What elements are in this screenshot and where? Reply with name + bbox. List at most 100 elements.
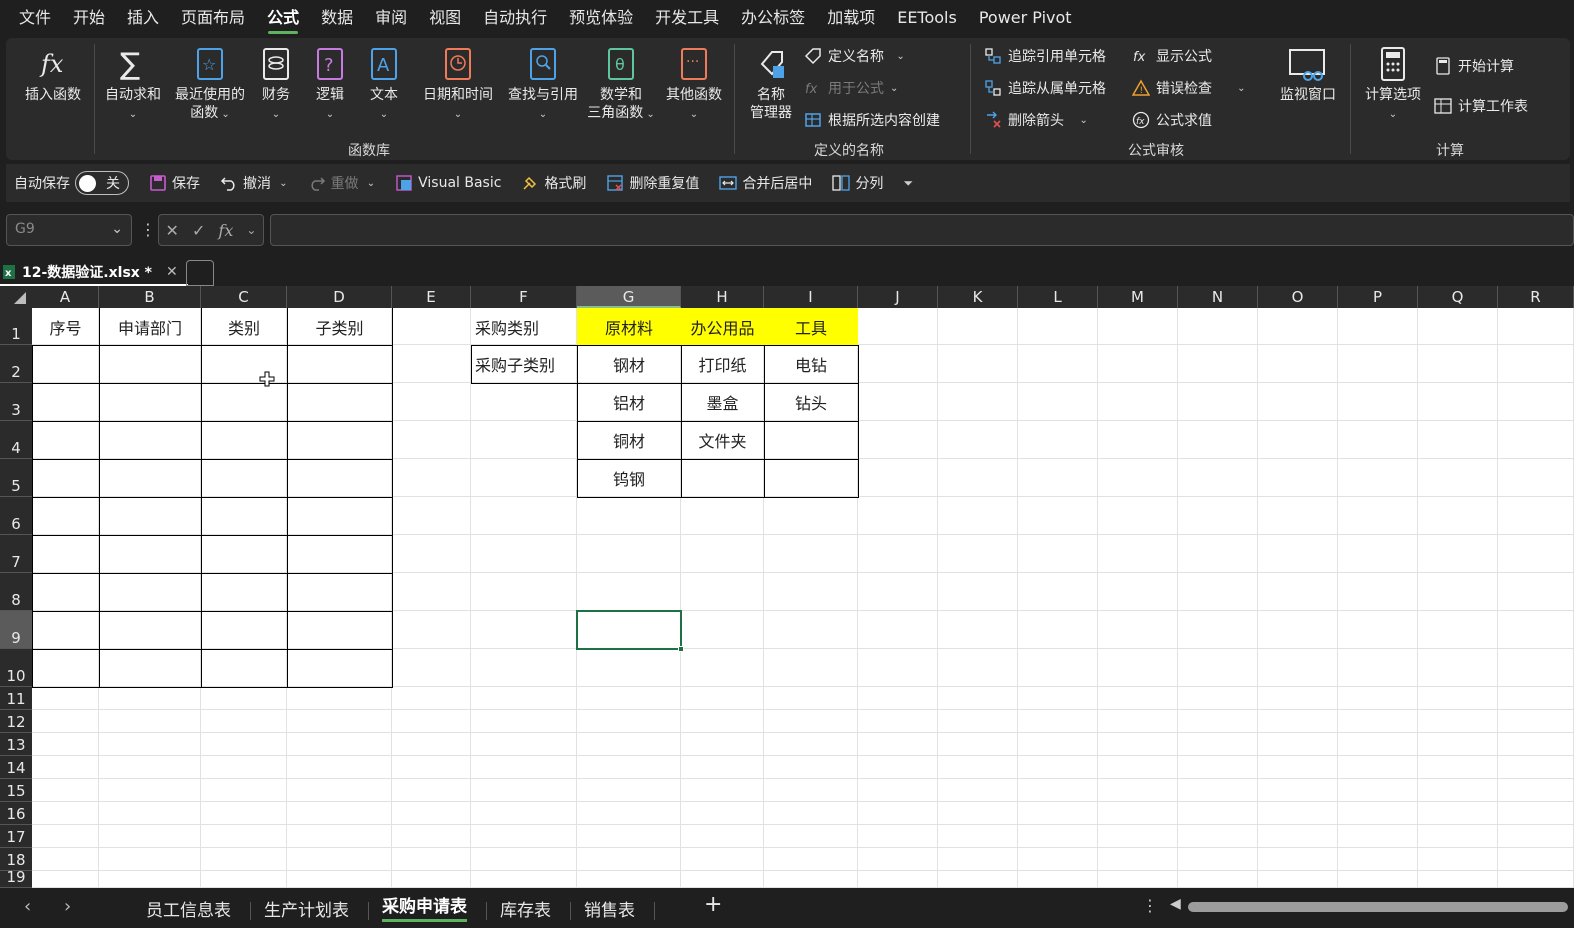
logical-button[interactable]: ? 逻辑 ⌄	[308, 46, 352, 124]
row-header-16[interactable]: 16	[0, 802, 32, 825]
undo-button[interactable]: 撤消 ⌄	[220, 173, 288, 193]
menu-office-tab[interactable]: 办公标签	[730, 0, 816, 36]
office-supply-cell[interactable]: 文件夹	[681, 421, 764, 459]
tool-cell[interactable]: 电钻	[764, 345, 858, 383]
category-cell[interactable]: 工具	[764, 308, 858, 345]
row-header-5[interactable]: 5	[0, 459, 32, 497]
prev-sheet-icon[interactable]: ‹	[24, 896, 31, 917]
menu-developer[interactable]: 开发工具	[644, 0, 730, 36]
datetime-button[interactable]: 日期和时间 ⌄	[414, 46, 502, 124]
menu-eetools[interactable]: EETools	[886, 0, 968, 36]
horizontal-scrollbar[interactable]	[1188, 902, 1568, 912]
insert-function-button[interactable]: fx 插入函数	[20, 46, 86, 104]
column-header-B[interactable]: B	[99, 286, 201, 308]
sheet-tab-employees[interactable]: 员工信息表	[146, 896, 231, 921]
enter-icon[interactable]: ✓	[192, 221, 205, 240]
use-in-formula-button[interactable]: fx 用于公式 ⌄	[804, 78, 898, 98]
table-header-cell[interactable]: 类别	[201, 308, 287, 345]
sheet-tab-inventory[interactable]: 库存表	[500, 896, 551, 921]
row-header-6[interactable]: 6	[0, 497, 32, 535]
insert-function-icon[interactable]: fx	[218, 221, 233, 240]
name-manager-button[interactable]: 名称 管理器	[742, 46, 800, 122]
merge-center-button[interactable]: 合并后居中	[719, 173, 812, 193]
column-header-C[interactable]: C	[201, 286, 287, 308]
column-header-D[interactable]: D	[287, 286, 392, 308]
autosave-toggle[interactable]: 自动保存 关	[14, 171, 129, 195]
name-box[interactable]: G9 ⌄	[6, 214, 132, 246]
menu-page-layout[interactable]: 页面布局	[170, 0, 256, 36]
row-header-12[interactable]: 12	[0, 710, 32, 733]
table-header-cell[interactable]: 申请部门	[99, 308, 201, 345]
visual-basic-button[interactable]: Visual Basic	[395, 174, 501, 192]
column-header-L[interactable]: L	[1018, 286, 1098, 308]
sheet-tab-sales[interactable]: 销售表	[584, 896, 635, 921]
row-header-13[interactable]: 13	[0, 733, 32, 756]
row-header-1[interactable]: 1	[0, 308, 32, 345]
column-header-O[interactable]: O	[1258, 286, 1338, 308]
add-sheet-button[interactable]: +	[704, 892, 722, 917]
remove-duplicates-button[interactable]: 删除重复值	[606, 173, 699, 193]
lookup-button[interactable]: 查找与引用 ⌄	[500, 46, 586, 124]
table-header-cell[interactable]: 子类别	[287, 308, 392, 345]
menu-data[interactable]: 数据	[310, 0, 364, 36]
recent-functions-button[interactable]: ☆ 最近使用的 函数 ⌄	[168, 46, 252, 124]
column-header-M[interactable]: M	[1098, 286, 1178, 308]
worksheet-grid[interactable]: ABCDEFGHIJKLMNOPQR 1 2 3 4 5 6 7 8 9 10 11 12 13 14 15…	[0, 286, 1574, 888]
row-header-9[interactable]: 9	[0, 611, 32, 649]
menu-home[interactable]: 开始	[62, 0, 116, 36]
save-button[interactable]: 保存	[149, 173, 200, 193]
trace-precedents-button[interactable]: 追踪引用单元格	[984, 46, 1106, 66]
redo-button[interactable]: 重做 ⌄	[308, 173, 375, 193]
sheet-tab-production[interactable]: 生产计划表	[264, 896, 349, 921]
autosave-switch[interactable]: 关	[75, 171, 129, 195]
menu-view[interactable]: 视图	[418, 0, 472, 36]
row-header-8[interactable]: 8	[0, 573, 32, 611]
cancel-icon[interactable]: ✕	[166, 221, 179, 240]
purchase-subcategory-label-cell[interactable]: 采购子类别	[471, 345, 577, 383]
row-header-10[interactable]: 10	[0, 649, 32, 687]
sheet-tab-purchase[interactable]: 采购申请表	[382, 892, 467, 922]
purchase-category-label-cell[interactable]: 采购类别	[471, 308, 577, 345]
office-supply-cell[interactable]: 墨盒	[681, 383, 764, 421]
menu-preview[interactable]: 预览体验	[558, 0, 644, 36]
column-header-E[interactable]: E	[392, 286, 471, 308]
close-tab-icon[interactable]: ✕	[166, 264, 178, 280]
watch-window-button[interactable]: 监视窗口	[1272, 46, 1344, 104]
column-header-H[interactable]: H	[681, 286, 764, 308]
financial-button[interactable]: 财务 ⌄	[254, 46, 298, 124]
row-header-3[interactable]: 3	[0, 383, 32, 421]
menu-insert[interactable]: 插入	[116, 0, 170, 36]
customize-qat-icon[interactable]: ⏷	[903, 176, 913, 191]
calc-sheet-button[interactable]: 计算工作表	[1434, 96, 1528, 116]
more-functions-button[interactable]: ··· 其他函数 ⌄	[658, 46, 730, 124]
select-all-icon[interactable]	[0, 286, 32, 308]
calc-options-button[interactable]: 计算选项 ⌄	[1358, 46, 1428, 124]
text-button[interactable]: A 文本 ⌄	[362, 46, 406, 124]
row-header-2[interactable]: 2	[0, 345, 32, 383]
table-header-cell[interactable]: 序号	[32, 308, 99, 345]
new-workbook-tab[interactable]	[186, 260, 214, 286]
category-cell[interactable]: 办公用品	[681, 308, 764, 345]
fill-handle[interactable]	[678, 646, 684, 652]
column-header-N[interactable]: N	[1178, 286, 1258, 308]
chevron-down-icon[interactable]: ⌄	[246, 223, 256, 237]
column-header-P[interactable]: P	[1338, 286, 1418, 308]
math-trig-button[interactable]: θ 数学和 三角函数 ⌄	[578, 46, 664, 124]
format-painter-button[interactable]: 格式刷	[521, 173, 586, 193]
formula-input[interactable]	[270, 214, 1574, 246]
raw-material-cell[interactable]: 铜材	[577, 421, 681, 459]
raw-material-cell[interactable]: 钢材	[577, 345, 681, 383]
menu-formulas[interactable]: 公式	[256, 0, 310, 36]
raw-material-cell[interactable]: 钨钢	[577, 459, 681, 497]
scroll-left-icon[interactable]: ◀	[1170, 896, 1181, 912]
column-header-G[interactable]: G	[577, 286, 681, 308]
remove-arrows-button[interactable]: 删除箭头 ⌄	[984, 110, 1088, 130]
evaluate-formula-button[interactable]: fx 公式求值	[1132, 110, 1212, 130]
menu-review[interactable]: 审阅	[364, 0, 418, 36]
menu-addins[interactable]: 加载项	[816, 0, 886, 36]
text-to-columns-button[interactable]: 分列	[832, 173, 883, 193]
show-formulas-button[interactable]: fx 显示公式	[1132, 46, 1212, 66]
row-header-15[interactable]: 15	[0, 779, 32, 802]
row-header-4[interactable]: 4	[0, 421, 32, 459]
column-header-I[interactable]: I	[764, 286, 858, 308]
